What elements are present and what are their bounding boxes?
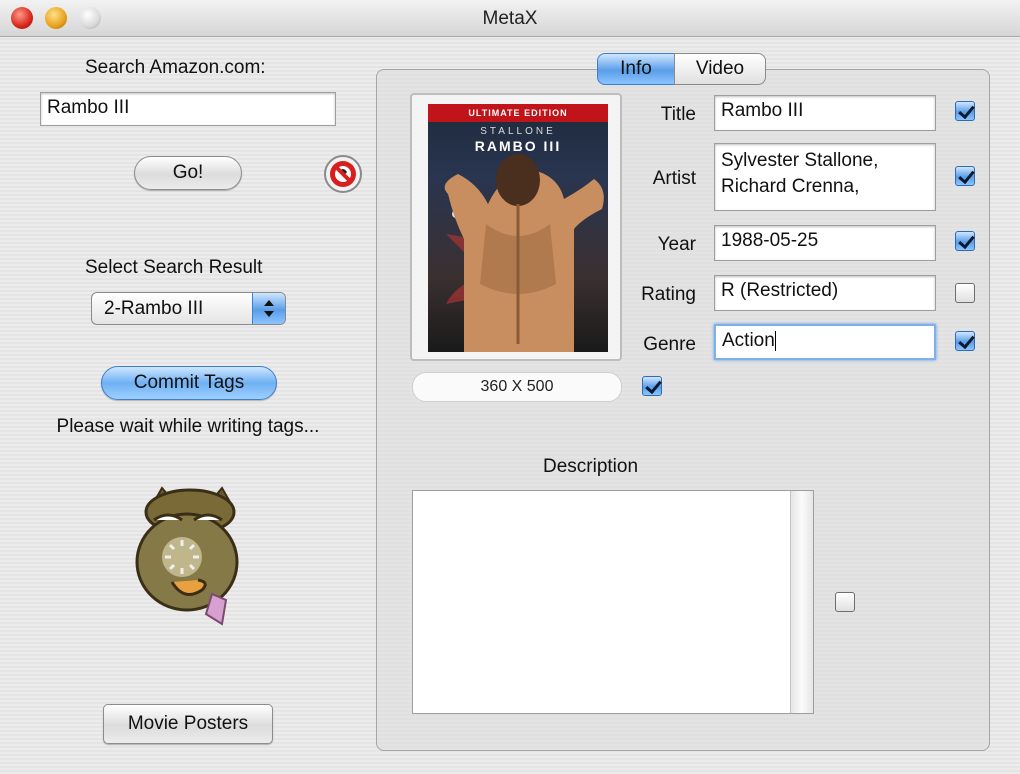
title-bar: MetaX — [0, 0, 1020, 37]
poster-image: ULTIMATE EDITION STALLONE RAMBO III — [428, 104, 608, 352]
title-label: Title — [660, 104, 696, 125]
description-scrollbar[interactable] — [790, 491, 813, 713]
busy-mascot-icon — [132, 482, 252, 632]
artist-field[interactable]: Sylvester Stallone, Richard Crenna, — [714, 143, 936, 211]
metax-window: MetaX Search Amazon.com: Rambo III Go! S… — [0, 0, 1020, 774]
rating-label: Rating — [641, 284, 696, 305]
stop-search-icon[interactable] — [323, 154, 363, 194]
artist-checkbox[interactable] — [955, 166, 975, 186]
year-field[interactable]: 1988-05-25 — [714, 225, 936, 261]
description-checkbox[interactable] — [835, 592, 855, 612]
year-label: Year — [657, 234, 696, 255]
search-label: Search Amazon.com: — [85, 57, 266, 78]
select-result-label: Select Search Result — [85, 257, 263, 278]
title-field[interactable]: Rambo III — [714, 95, 936, 131]
artist-line-2: Richard Crenna, — [721, 176, 860, 197]
description-label: Description — [543, 456, 639, 477]
tab-info[interactable]: Info — [597, 53, 675, 85]
search-result-select[interactable]: 2-Rambo III — [91, 292, 286, 325]
tab-video[interactable]: Video — [674, 53, 766, 85]
text-cursor — [774, 330, 776, 351]
artist-label: Artist — [652, 168, 696, 189]
genre-checkbox[interactable] — [955, 331, 975, 351]
search-result-value: 2-Rambo III — [104, 298, 204, 319]
poster-figure-art — [444, 154, 604, 352]
rating-field[interactable]: R (Restricted) — [714, 275, 936, 311]
select-arrows-icon — [252, 293, 285, 324]
poster-size-label: 360 X 500 — [412, 372, 622, 402]
description-textarea[interactable] — [412, 490, 814, 714]
artist-line-1: Sylvester Stallone, — [721, 150, 879, 171]
genre-field[interactable]: Action — [714, 324, 936, 360]
go-button[interactable]: Go! — [134, 156, 242, 190]
search-input[interactable]: Rambo III — [40, 92, 336, 126]
poster-frame[interactable]: ULTIMATE EDITION STALLONE RAMBO III — [410, 93, 622, 361]
year-checkbox[interactable] — [955, 231, 975, 251]
status-message: Please wait while writing tags... — [56, 416, 320, 437]
genre-value: Action — [722, 330, 775, 351]
rating-checkbox[interactable] — [955, 283, 975, 303]
genre-label: Genre — [643, 334, 696, 355]
title-checkbox[interactable] — [955, 101, 975, 121]
poster-checkbox[interactable] — [642, 376, 662, 396]
window-title: MetaX — [482, 8, 538, 29]
movie-posters-button[interactable]: Movie Posters — [103, 704, 273, 744]
commit-tags-button[interactable]: Commit Tags — [101, 366, 277, 400]
